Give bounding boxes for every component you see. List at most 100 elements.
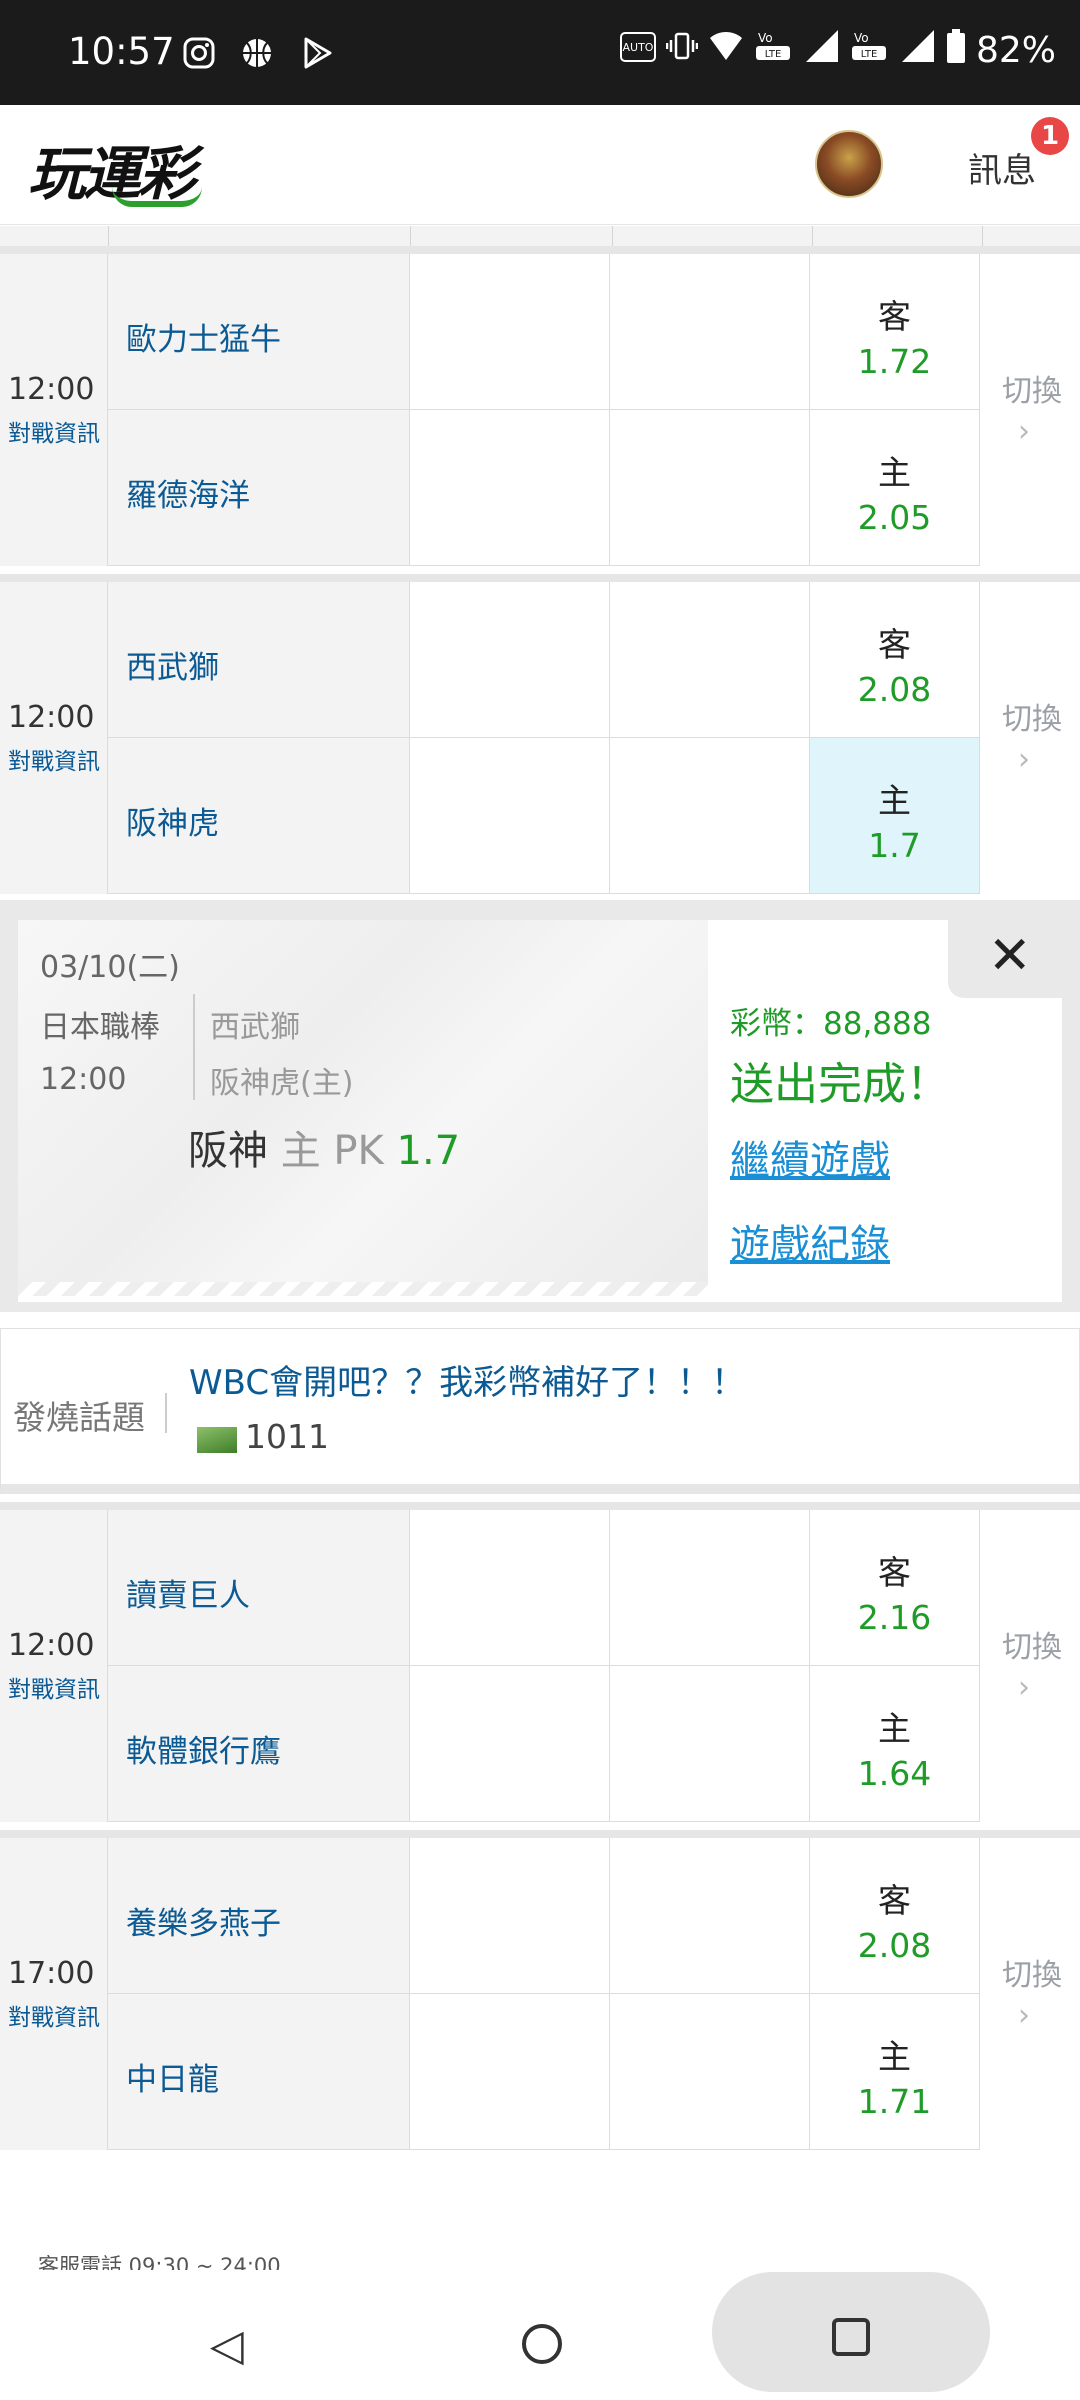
status-bar: 10:57 AUTO Vo LTE Vo LTE 82% <box>0 0 1080 105</box>
ticket-league: 日本職棒 <box>40 1010 160 1045</box>
away-row: 養樂多燕子 客 2.08 <box>108 1838 980 1994</box>
match-time-cell: 12:00 對戰資訊 <box>0 1510 108 1822</box>
recents-icon[interactable] <box>832 2318 870 2356</box>
chevron-right-icon: › <box>1018 742 1030 777</box>
ticket-bet: 阪神 主 PK 1.7 <box>188 1118 460 1176</box>
odds-side: 主 <box>878 453 911 492</box>
instagram-icon <box>182 36 216 70</box>
divider <box>165 1393 167 1433</box>
ticket-home-team: 阪神虎(主) <box>210 1066 354 1101</box>
odds-side: 客 <box>878 297 911 336</box>
match-info-link[interactable]: 對戰資訊 <box>8 1670 100 1704</box>
hot-topic-title[interactable]: WBC會開吧？？我彩幣補好了！！！ <box>189 1355 745 1404</box>
away-team[interactable]: 歐力士猛牛 <box>108 254 410 409</box>
away-odds-button[interactable]: 客 1.72 <box>810 254 980 409</box>
match-time: 12:00 <box>8 372 95 407</box>
away-team[interactable]: 養樂多燕子 <box>108 1838 410 1993</box>
ticket-summary: 03/10(二) 日本職棒 12:00 西武獅 阪神虎(主) 阪神 主 PK 1… <box>18 920 708 1296</box>
bet-ticket-panel: 03/10(二) 日本職棒 12:00 西武獅 阪神虎(主) 阪神 主 PK 1… <box>0 900 1080 1312</box>
away-team[interactable]: 西武獅 <box>108 582 410 737</box>
wifi-icon <box>708 30 744 71</box>
home-row: 羅德海洋 主 2.05 <box>108 410 980 566</box>
odds-value: 1.72 <box>857 342 932 381</box>
volte-lte-icon: Vo LTE <box>754 28 794 73</box>
switch-button[interactable]: 切換 › <box>980 1510 1080 1822</box>
messages-button[interactable]: 訊息 <box>968 143 1036 192</box>
back-icon[interactable]: ◁ <box>210 2320 244 2371</box>
empty-cell <box>410 1666 610 1821</box>
page-footer: 客服電話 09:30 ~ 24:00 <box>0 2160 1080 2278</box>
bet-team: 阪神 <box>188 1128 268 1174</box>
switch-button[interactable]: 切換 › <box>980 254 1080 566</box>
away-row: 讀賣巨人 客 2.16 <box>108 1510 980 1666</box>
away-team[interactable]: 讀賣巨人 <box>108 1510 410 1665</box>
divider <box>193 994 195 1100</box>
empty-cell <box>410 582 610 737</box>
empty-cell <box>610 1510 810 1665</box>
basketball-icon <box>240 36 274 70</box>
volte-lte-icon-2: Vo LTE <box>850 28 890 73</box>
odds-side: 主 <box>878 781 911 820</box>
odds-side: 主 <box>878 1709 911 1748</box>
svg-text:AUTO: AUTO <box>623 41 654 54</box>
odds-value: 2.05 <box>857 498 932 537</box>
match-time: 12:00 <box>8 700 95 735</box>
empty-cell <box>610 410 810 565</box>
away-odds-button[interactable]: 客 2.16 <box>810 1510 980 1665</box>
svg-text:Vo: Vo <box>854 31 869 45</box>
home-odds-button[interactable]: 主 1.64 <box>810 1666 980 1821</box>
switch-button[interactable]: 切換 › <box>980 1838 1080 2150</box>
away-odds-button[interactable]: 客 2.08 <box>810 582 980 737</box>
home-team[interactable]: 軟體銀行鷹 <box>108 1666 410 1821</box>
switch-label: 切換 <box>1002 374 1062 409</box>
odds-value: 1.64 <box>857 1754 932 1793</box>
match-time-cell: 17:00 對戰資訊 <box>0 1838 108 2150</box>
ticket-time: 12:00 <box>40 1062 127 1097</box>
home-icon[interactable] <box>522 2324 562 2364</box>
empty-cell <box>410 738 610 893</box>
home-odds-button[interactable]: 主 2.05 <box>810 410 980 565</box>
switch-button[interactable]: 切換 › <box>980 582 1080 894</box>
odds-side: 客 <box>878 1881 911 1920</box>
svg-text:LTE: LTE <box>861 49 878 60</box>
hot-topic-bar[interactable]: 發燒話題 WBC會開吧？？我彩幣補好了！！！ 1011 <box>0 1328 1080 1494</box>
bet-odds: 1.7 <box>396 1128 461 1174</box>
match-block: 12:00 對戰資訊 西武獅 客 2.08 阪神虎 主 1.7 切換 › <box>0 574 1080 894</box>
odds-value: 2.16 <box>857 1598 932 1637</box>
home-team[interactable]: 阪神虎 <box>108 738 410 893</box>
match-block: 12:00 對戰資訊 讀賣巨人 客 2.16 軟體銀行鷹 主 1.64 切換 › <box>0 1502 1080 1822</box>
match-time: 17:00 <box>8 1956 95 1991</box>
coin-balance: 彩幣：88,888 <box>730 1006 932 1042</box>
odds-value: 1.7 <box>868 826 921 865</box>
home-team[interactable]: 中日龍 <box>108 1994 410 2149</box>
game-history-link[interactable]: 遊戲紀錄 <box>730 1212 890 1270</box>
previous-row-stub <box>0 226 1080 248</box>
odds-value: 1.71 <box>857 2082 932 2121</box>
battery-icon <box>946 28 966 73</box>
topic-thumbnail <box>197 1427 237 1453</box>
away-odds-button[interactable]: 客 2.08 <box>810 1838 980 1993</box>
odds-side: 主 <box>878 2037 911 2076</box>
match-info-link[interactable]: 對戰資訊 <box>8 1998 100 2032</box>
hot-topic-label: 發燒話題 <box>13 1398 145 1437</box>
away-row: 西武獅 客 2.08 <box>108 582 980 738</box>
home-odds-button[interactable]: 主 1.71 <box>810 1994 980 2149</box>
empty-cell <box>410 254 610 409</box>
continue-game-link[interactable]: 繼續遊戲 <box>730 1128 890 1186</box>
status-time: 10:57 <box>68 30 175 73</box>
home-odds-button-selected[interactable]: 主 1.7 <box>810 738 980 893</box>
avatar[interactable] <box>815 130 883 198</box>
topic-count: 1011 <box>245 1417 329 1456</box>
home-team[interactable]: 羅德海洋 <box>108 410 410 565</box>
match-info-link[interactable]: 對戰資訊 <box>8 414 100 448</box>
chevron-right-icon: › <box>1018 1998 1030 2033</box>
match-info-link[interactable]: 對戰資訊 <box>8 742 100 776</box>
auto-hd-icon: AUTO <box>619 30 656 71</box>
match-time-cell: 12:00 對戰資訊 <box>0 254 108 566</box>
vibrate-icon <box>665 30 699 71</box>
empty-cell <box>410 410 610 565</box>
empty-cell <box>610 582 810 737</box>
empty-cell <box>410 1838 610 1993</box>
match-time-cell: 12:00 對戰資訊 <box>0 582 108 894</box>
close-button[interactable]: ✕ <box>948 920 1062 998</box>
